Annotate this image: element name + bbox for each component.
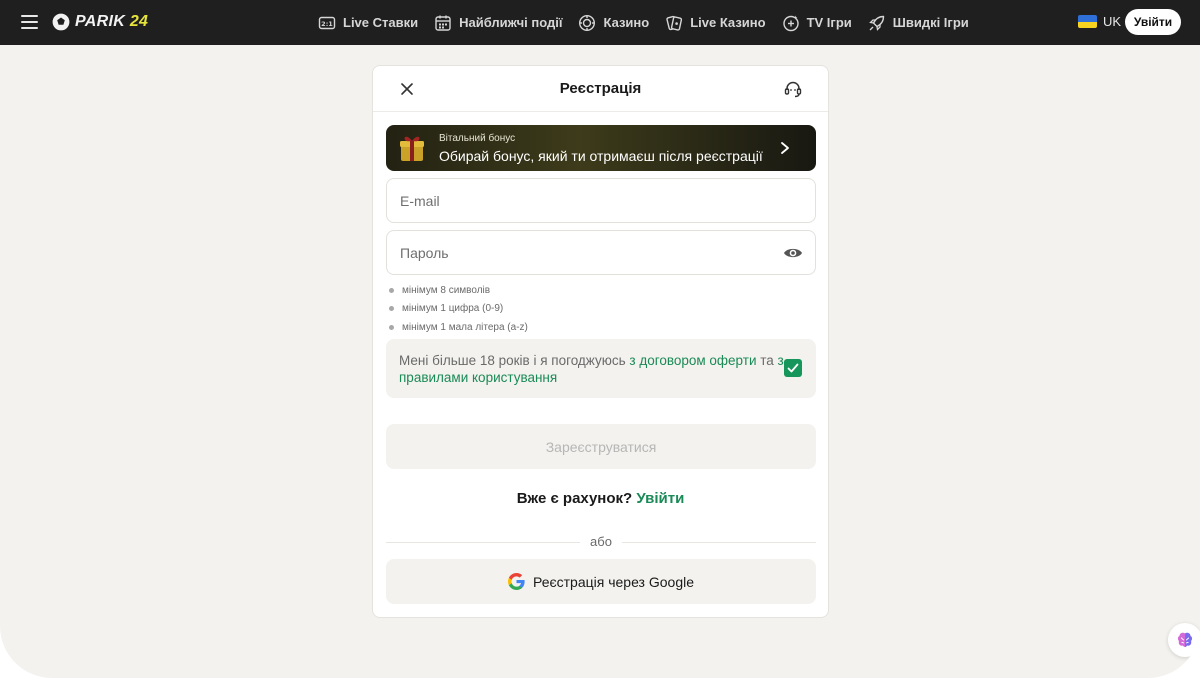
or-separator-label: або	[580, 534, 622, 549]
site-logo[interactable]: PARIK 24	[51, 11, 148, 33]
top-navigation-bar: PARIK 24 2:1 Live Ставки Найближчі події…	[0, 0, 1200, 45]
bullet-icon	[389, 287, 394, 293]
eye-icon[interactable]	[783, 244, 803, 262]
nav-item-upcoming-events[interactable]: Найближчі події	[434, 14, 562, 32]
password-placeholder: Пароль	[400, 245, 449, 261]
page-frame: PARIK 24 2:1 Live Ставки Найближчі події…	[0, 0, 1200, 678]
password-field[interactable]: Пароль	[386, 230, 816, 275]
bullet-icon	[389, 324, 394, 330]
google-icon	[507, 573, 525, 590]
calendar-icon	[435, 15, 451, 31]
casino-chip-icon	[579, 14, 596, 31]
assistant-brain-button[interactable]	[1168, 623, 1200, 657]
password-rule: мінімум 1 мала літера (a-z)	[389, 318, 528, 337]
gift-icon	[400, 136, 424, 161]
support-headset-icon[interactable]	[783, 79, 803, 99]
register-button[interactable]: Зареєструватися	[386, 424, 816, 469]
svg-text:2:1: 2:1	[321, 20, 333, 28]
brain-icon	[1177, 632, 1193, 647]
agreement-checkbox[interactable]	[784, 359, 802, 377]
password-rules: мінімум 8 символів мінімум 1 цифра (0-9)…	[389, 281, 528, 337]
email-placeholder: E-mail	[400, 193, 440, 209]
google-signup-button[interactable]: Реєстрація через Google	[386, 559, 816, 604]
welcome-bonus-banner[interactable]: Вітальний бонус Обирай бонус, який ти от…	[386, 125, 816, 171]
soccer-ball-icon	[51, 12, 71, 32]
rocket-icon	[868, 15, 884, 31]
nav-item-quick-games[interactable]: Швидкі Ігри	[868, 14, 969, 32]
ukraine-flag-icon	[1078, 15, 1097, 28]
bullet-icon	[389, 306, 394, 312]
have-account-line: Вже є рахунок? Увійти	[516, 490, 685, 507]
google-signup-label: Реєстрація через Google	[532, 573, 695, 590]
language-code: UK	[1103, 14, 1122, 29]
language-selector[interactable]: UK	[1078, 14, 1121, 29]
password-rule: мінімум 8 символів	[389, 281, 528, 300]
nav-item-live-casino[interactable]: Live Казино	[665, 14, 766, 32]
cards-icon	[666, 15, 683, 31]
password-rule: мінімум 1 цифра (0-9)	[389, 300, 528, 319]
age-terms-agreement: Мені більше 18 років і я погоджуюсь з до…	[386, 339, 816, 398]
nav-item-tv-games[interactable]: TV Ігри	[782, 14, 852, 32]
modal-title: Реєстрація	[559, 80, 642, 97]
modal-header: Реєстрація	[373, 66, 828, 112]
main-nav: 2:1 Live Ставки Найближчі події Казино L…	[318, 0, 985, 45]
offer-agreement-link[interactable]: з договором оферти	[629, 353, 756, 368]
bonus-main-label: Обирай бонус, який ти отримаєш після реє…	[439, 148, 763, 164]
logo-text: PARIK 24	[75, 13, 149, 30]
menu-icon[interactable]	[21, 15, 38, 29]
nav-item-live-bets[interactable]: 2:1 Live Ставки	[318, 14, 418, 32]
live-score-icon: 2:1	[318, 16, 336, 29]
chevron-right-icon	[781, 142, 789, 154]
login-link[interactable]: Увійти	[636, 490, 684, 507]
header-login-button[interactable]: Увійти	[1125, 9, 1181, 35]
tv-games-icon	[782, 15, 799, 31]
registration-modal: Реєстрація Вітальний бонус Обирай бонус,…	[372, 65, 829, 618]
agreement-text: Мені більше 18 років і я погоджуюсь з до…	[399, 353, 784, 385]
checkmark-icon	[787, 363, 799, 373]
bonus-small-label: Вітальний бонус	[439, 133, 516, 144]
email-field[interactable]: E-mail	[386, 178, 816, 223]
nav-item-casino[interactable]: Казино	[578, 14, 649, 32]
